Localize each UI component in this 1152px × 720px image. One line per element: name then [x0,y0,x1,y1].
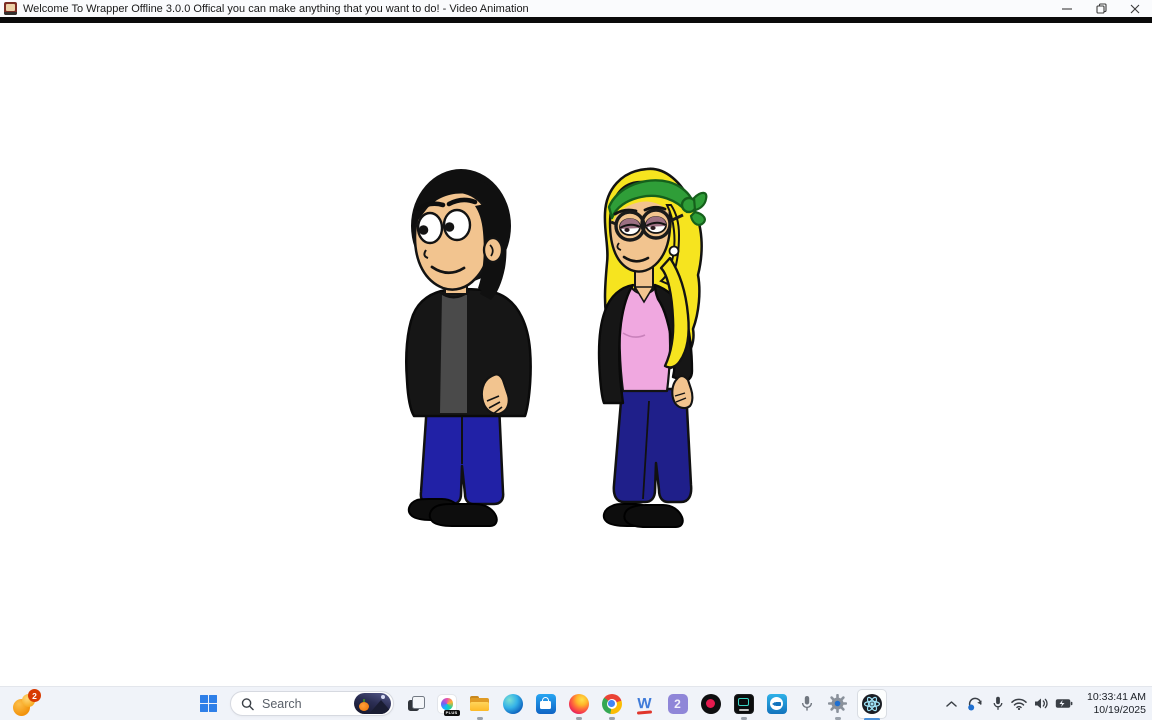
search-input[interactable] [262,696,354,711]
running-indicator [834,716,841,720]
update-sync-icon [967,697,982,711]
firefox-icon [568,693,589,714]
taskbar-app-screen-recorder[interactable] [727,689,760,720]
taskbar: 2 Search PLUS W 2 10:33:41 AM 10/19/2025 [0,686,1152,720]
clock-time: 10:33:41 AM [1087,691,1146,703]
screen-recorder-icon [733,693,754,714]
search-daily-image[interactable] [354,693,391,714]
pumpkin-icon [359,699,369,711]
tray-microphone-icon [993,696,1003,710]
wrapper-app-icon [4,2,17,15]
copilot-icon: PLUS [436,693,460,716]
taskbar-app-microsoft-store[interactable] [529,689,562,719]
running-indicator [575,716,582,720]
clock-date: 10/19/2025 [1093,703,1146,716]
task-view-icon [407,696,425,711]
boy-character[interactable] [405,169,532,527]
taskbar-app-microphone[interactable] [793,689,821,719]
taskbar-app-file-explorer[interactable] [463,689,496,720]
taskbar-app-edge[interactable] [496,689,529,719]
taskbar-app-video-capture[interactable] [760,689,793,719]
running-indicator [740,716,747,720]
window-title: Welcome To Wrapper Offline 3.0.0 Offical… [23,2,529,15]
battery-charging-icon [1055,699,1073,708]
taskbar-clock[interactable]: 10:33:41 AM 10/19/2025 [1080,691,1146,716]
search-box[interactable] [230,691,394,716]
restore-icon [1095,3,1107,14]
taskbar-app-two[interactable]: 2 [661,689,694,719]
record-button-icon [700,693,721,714]
mountain-shape [369,700,391,714]
taskbar-app-chrome[interactable] [595,689,628,720]
widgets-button[interactable]: 2 [10,689,44,718]
close-icon [1130,4,1140,13]
taskbar-app-wrapper-electron-active[interactable] [857,688,887,720]
tray-wifi-button[interactable] [1008,689,1030,719]
volume-speaker-icon [1034,698,1048,709]
minimize-button[interactable] [1050,0,1084,17]
wifi-icon [1011,698,1027,710]
taskbar-app-settings[interactable] [821,689,854,720]
tray-update-button[interactable] [962,689,988,719]
tray-mic-button[interactable] [988,689,1008,719]
search-icon [241,697,254,710]
app-icon-face [6,4,15,11]
app-2-icon: 2 [667,693,688,714]
file-explorer-icon [470,696,489,711]
red-swoosh [636,709,652,715]
widgets-badge: 2 [28,689,41,702]
tray-volume-button[interactable] [1030,689,1052,719]
girl-character[interactable] [597,167,708,528]
chevron-up-icon [945,700,957,707]
electron-atom-icon [862,693,882,714]
goanimate-w-icon: W [633,692,657,716]
animation-stage[interactable] [0,23,1152,686]
task-view-button[interactable] [402,689,430,719]
stage-canvas [405,167,708,528]
microsoft-store-icon [535,693,556,714]
taskbar-app-firefox[interactable] [562,689,595,720]
running-indicator [476,716,483,720]
taskbar-app-goanimate[interactable]: W [628,689,661,719]
settings-gear-icon [828,694,847,713]
chrome-icon [601,693,622,714]
system-tray: 10:33:41 AM 10/19/2025 [940,687,1152,720]
windows-logo-icon [199,695,217,712]
running-indicator [608,716,615,720]
copilot-plus-badge: PLUS [443,709,460,716]
tray-battery-button[interactable] [1052,689,1076,719]
edge-browser-icon [502,693,523,714]
desktop-screen: Welcome To Wrapper Offline 3.0.0 Offical… [0,0,1152,720]
moon-dot [381,695,385,699]
taskbar-app-recorder[interactable] [694,689,727,719]
taskbar-center: PLUS W [194,687,887,720]
restore-button[interactable] [1084,0,1118,17]
tray-chevron-button[interactable] [940,689,962,719]
w-letter: W [637,695,652,712]
window-controls [1050,0,1152,17]
microphone-icon [801,696,813,711]
minimize-icon [1062,7,1072,10]
taskbar-app-copilot[interactable]: PLUS [430,689,463,719]
window-titlebar: Welcome To Wrapper Offline 3.0.0 Offical… [0,0,1152,17]
start-button[interactable] [194,689,222,719]
video-capture-icon [766,693,787,714]
close-button[interactable] [1118,0,1152,17]
